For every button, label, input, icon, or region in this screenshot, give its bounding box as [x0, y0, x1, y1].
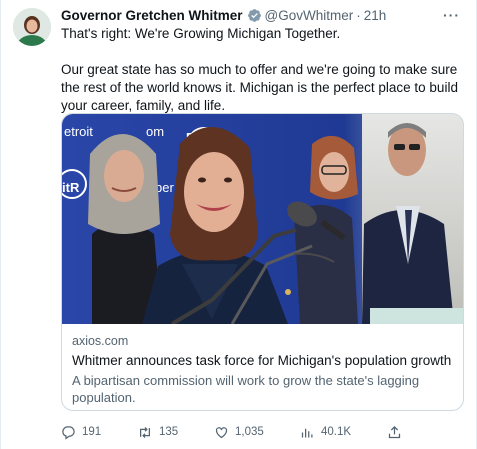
views-button[interactable]: 40.1K	[300, 425, 351, 440]
heart-icon	[215, 426, 228, 438]
verified-badge-icon	[247, 8, 262, 23]
link-card[interactable]: etroit om Detroit itR ber	[61, 113, 464, 411]
user-handle[interactable]: @GovWhitmer	[265, 8, 354, 23]
retweet-button[interactable]: 135	[137, 425, 178, 440]
like-count: 1,035	[235, 426, 264, 438]
analytics-icon	[301, 428, 313, 437]
retweet-count: 135	[159, 426, 179, 438]
view-count: 40.1K	[321, 426, 352, 438]
tweet-text-line1: That's right: We're Growing Michigan Tog…	[61, 26, 341, 41]
card-domain: axios.com	[72, 334, 129, 348]
tweet-header: Governor Gretchen Whitmer @GovWhitmer · …	[61, 5, 464, 25]
share-button[interactable]	[387, 425, 402, 440]
card-description: A bipartisan commission will work to gro…	[72, 373, 420, 405]
timestamp[interactable]: 21h	[364, 8, 387, 23]
share-icon	[388, 425, 401, 438]
card-meta: axios.com Whitmer announces task force f…	[62, 324, 463, 406]
tweet-body: Governor Gretchen Whitmer @GovWhitmer · …	[61, 5, 464, 440]
retweet-icon	[140, 426, 150, 438]
tweet-article[interactable]: Governor Gretchen Whitmer @GovWhitmer · …	[0, 0, 477, 449]
avatar-image	[13, 8, 51, 46]
avatar[interactable]	[13, 8, 51, 46]
backdrop-text: om	[146, 124, 164, 139]
separator-dot: ·	[356, 7, 361, 23]
reply-button[interactable]: 191	[61, 425, 101, 440]
tweet-text-paragraph: Our great state has so much to offer and…	[61, 62, 458, 113]
card-title: Whitmer announces task force for Michiga…	[72, 353, 452, 368]
like-button[interactable]: 1,035	[214, 425, 264, 440]
backdrop-text: etroit	[64, 124, 93, 139]
reply-count: 191	[82, 426, 102, 438]
card-image: etroit om Detroit itR ber	[62, 114, 463, 324]
action-bar: 191 135 1,035 40.1K	[61, 422, 464, 442]
tweet-text: That's right: We're Growing Michigan Tog…	[61, 25, 464, 115]
backdrop-text: itR	[62, 180, 80, 195]
display-name[interactable]: Governor Gretchen Whitmer	[61, 8, 243, 23]
more-options-icon[interactable]: ···	[443, 7, 464, 23]
reply-icon	[62, 425, 75, 440]
